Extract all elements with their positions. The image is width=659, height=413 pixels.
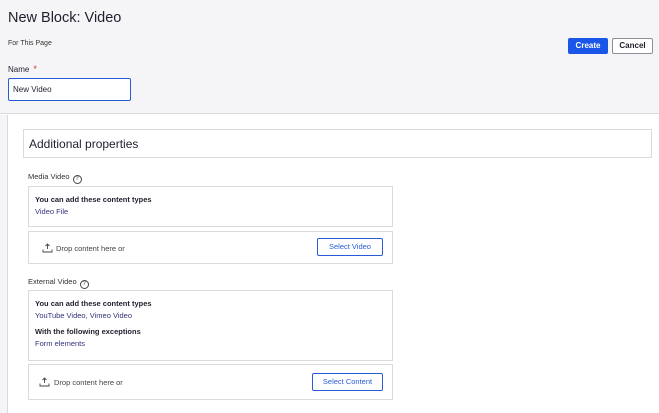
external-video-label-text: External Video — [28, 277, 77, 286]
allowed-types-value: YouTube Video, Vimeo Video — [35, 311, 133, 320]
exceptions-value: Form elements — [35, 339, 86, 348]
allowed-types-heading: You can add these content types — [35, 299, 152, 308]
media-video-dropzone[interactable]: Drop content here or Select Video — [28, 231, 393, 264]
allowed-types-value: Video File — [35, 207, 69, 216]
exceptions-heading: With the following exceptions — [35, 327, 141, 336]
page-title: New Block: Video — [8, 10, 122, 26]
name-input[interactable] — [8, 78, 131, 101]
help-circle-icon[interactable]: ? — [79, 280, 89, 289]
media-video-label-text: Media Video — [28, 172, 70, 181]
upload-tray-icon — [42, 243, 53, 253]
name-label-text: Name — [8, 65, 30, 74]
external-video-allowed-types: You can add these content types YouTube … — [28, 290, 393, 361]
properties-section-header: Additional properties — [23, 129, 652, 158]
external-video-dropzone[interactable]: Drop content here or Select Content — [28, 364, 393, 400]
external-video-label: External Video? — [28, 277, 89, 289]
upload-tray-icon — [39, 377, 50, 387]
select-content-button[interactable]: Select Content — [312, 373, 383, 391]
section-title: Additional properties — [29, 137, 139, 151]
drop-hint-text: Drop content here or — [54, 378, 123, 387]
allowed-types-heading: You can add these content types — [35, 195, 152, 204]
create-button[interactable]: Create — [568, 38, 608, 54]
page-subtitle: For This Page — [8, 40, 52, 47]
drop-hint-text: Drop content here or — [56, 244, 125, 253]
help-circle-icon[interactable]: ? — [72, 175, 82, 184]
editor-header: New Block: Video For This Page Create Ca… — [0, 0, 659, 114]
cancel-button[interactable]: Cancel — [612, 38, 653, 54]
left-gutter — [0, 115, 8, 413]
media-video-label: Media Video? — [28, 172, 82, 184]
required-marker: * — [33, 64, 37, 74]
media-video-allowed-types: You can add these content types Video Fi… — [28, 186, 393, 227]
name-label: Name * — [8, 64, 37, 74]
select-video-button[interactable]: Select Video — [317, 238, 383, 256]
